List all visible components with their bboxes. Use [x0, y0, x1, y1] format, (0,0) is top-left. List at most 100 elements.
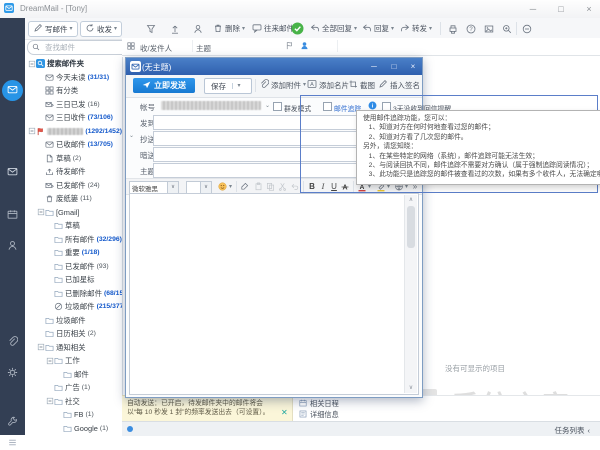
- filter-button[interactable]: [146, 24, 156, 36]
- compose-maximize-button[interactable]: □: [386, 60, 402, 73]
- add-attachment-button[interactable]: 添加附件 ▾: [259, 78, 306, 92]
- related-details-item[interactable]: 详细信息: [299, 410, 339, 420]
- cut-button-disabled[interactable]: [278, 182, 287, 193]
- nav-tools-icon[interactable]: [7, 416, 18, 429]
- tree-item-spam[interactable]: 垃圾邮件: [25, 314, 122, 328]
- emoji-button[interactable]: [218, 182, 227, 193]
- minimize-button[interactable]: ─: [523, 2, 543, 16]
- contact-filter-icon[interactable]: [300, 41, 309, 52]
- forward-button[interactable]: 转发 ▾: [400, 21, 432, 36]
- tree-item-today-unread[interactable]: 今天未读(31/31): [25, 71, 122, 85]
- fetch-button[interactable]: [170, 24, 180, 36]
- search-input[interactable]: [43, 42, 117, 53]
- expander-icon[interactable]: [37, 208, 45, 216]
- tree-item-received-3days[interactable]: 三日收件(73/106): [25, 111, 122, 125]
- expander-icon[interactable]: [28, 127, 36, 135]
- expander-icon[interactable]: [46, 397, 54, 405]
- nav-contacts-icon[interactable]: [7, 240, 18, 253]
- add-card-button[interactable]: A 添加名片: [307, 78, 349, 92]
- columns-icon[interactable]: [127, 42, 135, 52]
- tree-item-gmail-important[interactable]: 重要(1/18): [25, 246, 122, 260]
- task-list-button[interactable]: 任务列表 ‹: [555, 425, 591, 436]
- send-receive-button[interactable]: 收发 ▾: [80, 21, 122, 37]
- message-body[interactable]: ∧ ∨: [129, 193, 419, 395]
- tree-item-gmail-sent[interactable]: 已发邮件(93): [25, 260, 122, 274]
- insert-signature-button[interactable]: 插入签名: [378, 78, 420, 92]
- tree-item-label: 待发邮件: [56, 166, 86, 177]
- cc-expander-icon[interactable]: ⌄: [129, 133, 134, 139]
- tree-item-gmail-starred[interactable]: 已加星标: [25, 273, 122, 287]
- tree-item-gmail-deleted[interactable]: 已删除邮件(68/159): [25, 287, 122, 301]
- scroll-down-icon[interactable]: ∨: [405, 383, 417, 393]
- tree-item-social-google[interactable]: Google(1): [25, 422, 122, 436]
- tree-item-notification-related[interactable]: 通知相关: [25, 341, 122, 355]
- tree-item-social-fb[interactable]: FB(1): [25, 408, 122, 422]
- tree-item-ads[interactable]: 广告(1): [25, 381, 122, 395]
- compose-minimize-button[interactable]: ─: [366, 60, 382, 73]
- column-subject[interactable]: 主题: [196, 43, 211, 54]
- tree-item-search-folders[interactable]: 搜索邮件夹: [25, 57, 122, 71]
- compose-button[interactable]: 写邮件 ▾: [28, 21, 78, 37]
- compose-logo-icon: [130, 61, 141, 74]
- format-painter-button[interactable]: [240, 182, 249, 193]
- flag-column-icon[interactable]: [285, 41, 294, 52]
- collapse-button[interactable]: [522, 24, 532, 36]
- scroll-thumb[interactable]: [407, 206, 415, 248]
- nav-attachments-icon[interactable]: [7, 336, 18, 349]
- related-schedule-item[interactable]: 相关日程: [299, 399, 339, 409]
- caret-down-icon[interactable]: ▾: [229, 184, 232, 190]
- tree-item-work[interactable]: 工作: [25, 354, 122, 368]
- zoom-button[interactable]: [502, 24, 512, 36]
- tree-item-categorized[interactable]: 有分类: [25, 84, 122, 98]
- scroll-up-icon[interactable]: ∧: [405, 195, 417, 205]
- tree-item-inbox[interactable]: 已收邮件(13/705): [25, 138, 122, 152]
- close-button[interactable]: ×: [579, 2, 599, 16]
- reply-all-button[interactable]: 全部回复 ▾: [310, 21, 357, 36]
- screenshot-button[interactable]: 截图: [348, 78, 375, 92]
- expander-icon[interactable]: [28, 60, 36, 68]
- folder-tree: 搜索邮件夹今天未读(31/31)有分类三日已发(16)三日收件(73/106)(…: [25, 57, 123, 435]
- nav-mail-active[interactable]: [2, 80, 23, 101]
- delete-button[interactable]: 删除 ▾: [213, 21, 245, 36]
- reply-button[interactable]: 回复 ▾: [362, 21, 394, 36]
- tree-item-calendar-related[interactable]: 日历相关(2): [25, 327, 122, 341]
- body-scrollbar[interactable]: ∧ ∨: [404, 195, 417, 393]
- tree-item-outbox[interactable]: 待发邮件: [25, 165, 122, 179]
- status-ok-icon[interactable]: [291, 22, 304, 37]
- nav-calendar-icon[interactable]: [7, 209, 18, 222]
- save-button[interactable]: 保存 ▾: [204, 78, 252, 94]
- account-dropdown-icon[interactable]: ⌄: [265, 103, 270, 109]
- tree-item-gmail-spam[interactable]: 垃圾邮件(215/377): [25, 300, 122, 314]
- mass-mode-checkbox[interactable]: [273, 102, 282, 111]
- maximize-button[interactable]: □: [551, 2, 571, 16]
- expander-icon[interactable]: [46, 357, 54, 365]
- tree-item-sent[interactable]: 已发邮件(24): [25, 179, 122, 193]
- tree-item-social[interactable]: 社交: [25, 395, 122, 409]
- nav-mail-icon[interactable]: [7, 166, 18, 179]
- copy-button-disabled[interactable]: [266, 182, 275, 193]
- notice-close-icon[interactable]: ✕: [281, 408, 288, 417]
- nav-menu-icon[interactable]: [7, 437, 18, 450]
- tree-item-trash[interactable]: 废纸篓(11): [25, 192, 122, 206]
- send-now-button[interactable]: 立即发送: [133, 78, 195, 93]
- account-value-censored[interactable]: [161, 101, 261, 110]
- expander-icon[interactable]: [37, 343, 45, 351]
- tree-item-gmail-all-mail[interactable]: 所有邮件(32/296): [25, 233, 122, 247]
- undo-button-disabled[interactable]: [290, 182, 299, 193]
- print-button[interactable]: [448, 24, 458, 36]
- column-sender[interactable]: 收/发件人: [140, 43, 172, 54]
- tree-item-gmail[interactable]: [Gmail]: [25, 206, 122, 220]
- contacts-button[interactable]: [193, 24, 203, 36]
- tree-item-work-mail[interactable]: 邮件: [25, 368, 122, 382]
- tree-item-account[interactable]: (1292/1452): [25, 125, 122, 139]
- nav-settings-icon[interactable]: [7, 367, 18, 380]
- tree-item-gmail-drafts[interactable]: 草稿: [25, 219, 122, 233]
- help-button[interactable]: ?: [466, 24, 476, 36]
- correspondence-button[interactable]: 往来邮件: [252, 21, 294, 36]
- tree-item-drafts[interactable]: 草稿(2): [25, 152, 122, 166]
- paste-button-disabled[interactable]: [254, 182, 263, 193]
- tree-item-sent-3days[interactable]: 三日已发(16): [25, 98, 122, 112]
- compose-close-button[interactable]: ×: [405, 60, 421, 73]
- search-box[interactable]: [27, 40, 129, 55]
- image-button[interactable]: [484, 24, 494, 36]
